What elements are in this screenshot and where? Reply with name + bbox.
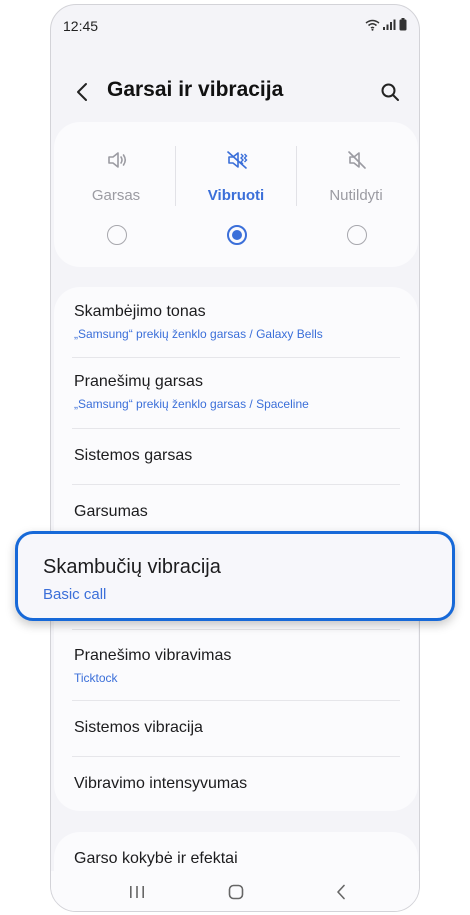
mode-option-mute[interactable]: Nutildyti	[296, 122, 416, 267]
item-title: Sistemos garsas	[74, 447, 193, 464]
status-bar: 12:45	[51, 5, 419, 45]
back-arrow-icon	[77, 83, 87, 101]
list-item-sound-quality[interactable]: Garso kokybė ir efektai	[54, 832, 418, 872]
item-title: Skambučių vibracija	[43, 556, 221, 578]
item-subtitle: „Samsung“ prekių ženklo garsas / Galaxy …	[74, 327, 323, 341]
item-title: Skambėjimo tonas	[74, 303, 206, 320]
status-icons	[365, 18, 407, 31]
mode-label-mute: Nutildyti	[329, 187, 383, 204]
back-button[interactable]	[69, 79, 95, 105]
search-button[interactable]	[377, 79, 403, 105]
radio-vibrate[interactable]	[227, 225, 247, 245]
vibrate-icon	[227, 151, 248, 169]
mode-option-vibrate[interactable]: Vibruoti	[176, 122, 296, 267]
list-item-call-vibration[interactable]: Skambučių vibracija Basic call	[15, 531, 455, 621]
item-title: Vibravimo intensyvumas	[74, 775, 248, 792]
radio-mute[interactable]	[347, 225, 367, 245]
mode-option-sound[interactable]: Garsas	[56, 122, 176, 267]
search-icon	[381, 83, 399, 101]
list-item-system-sound[interactable]: Sistemos garsas	[54, 429, 418, 484]
list-item-ringtone[interactable]: Skambėjimo tonas „Samsung“ prekių ženklo…	[54, 287, 418, 357]
item-subtitle: Ticktock	[74, 671, 118, 685]
list-item-notification-sound[interactable]: Pranešimų garsas „Samsung“ prekių ženklo…	[54, 358, 418, 428]
item-title: Sistemos vibracija	[74, 719, 203, 736]
header: Garsai ir vibracija	[51, 65, 419, 117]
item-title: Pranešimų garsas	[74, 373, 203, 390]
item-title: Garsumas	[74, 503, 148, 520]
item-title: Pranešimo vibravimas	[74, 647, 232, 664]
item-subtitle: Basic call	[43, 586, 107, 603]
status-time: 12:45	[63, 18, 99, 34]
home-icon	[228, 884, 244, 900]
speaker-icon	[108, 152, 127, 168]
radio-sound[interactable]	[107, 225, 127, 245]
back-nav-icon	[337, 884, 345, 900]
mode-label-vibrate: Vibruoti	[207, 187, 265, 204]
recent-apps-icon	[130, 886, 144, 898]
home-button[interactable]	[224, 881, 248, 903]
list-item-system-vibration[interactable]: Sistemos vibracija	[54, 701, 418, 756]
list-item-notification-vibration[interactable]: Pranešimo vibravimas Ticktock	[54, 630, 418, 700]
list-item-vibration-intensity[interactable]: Vibravimo intensyvumas	[54, 757, 418, 812]
back-nav-button[interactable]	[329, 881, 353, 903]
item-title: Garso kokybė ir efektai	[74, 850, 238, 867]
mode-label-sound: Garsas	[91, 187, 141, 204]
wifi-icon	[365, 19, 380, 31]
signal-icon	[383, 19, 396, 30]
page-title: Garsai ir vibracija	[107, 78, 284, 101]
navigation-bar	[51, 871, 419, 911]
item-subtitle: „Samsung“ prekių ženklo garsas / Spaceli…	[74, 397, 309, 411]
mute-icon	[348, 151, 366, 169]
sound-mode-card: Garsas Vibruoti Nutildyti	[54, 122, 418, 267]
recent-apps-button[interactable]	[125, 881, 149, 903]
phone-frame: 12:45 Garsai ir vibracija Garsas Vibruot…	[50, 4, 420, 912]
battery-icon	[399, 18, 407, 31]
